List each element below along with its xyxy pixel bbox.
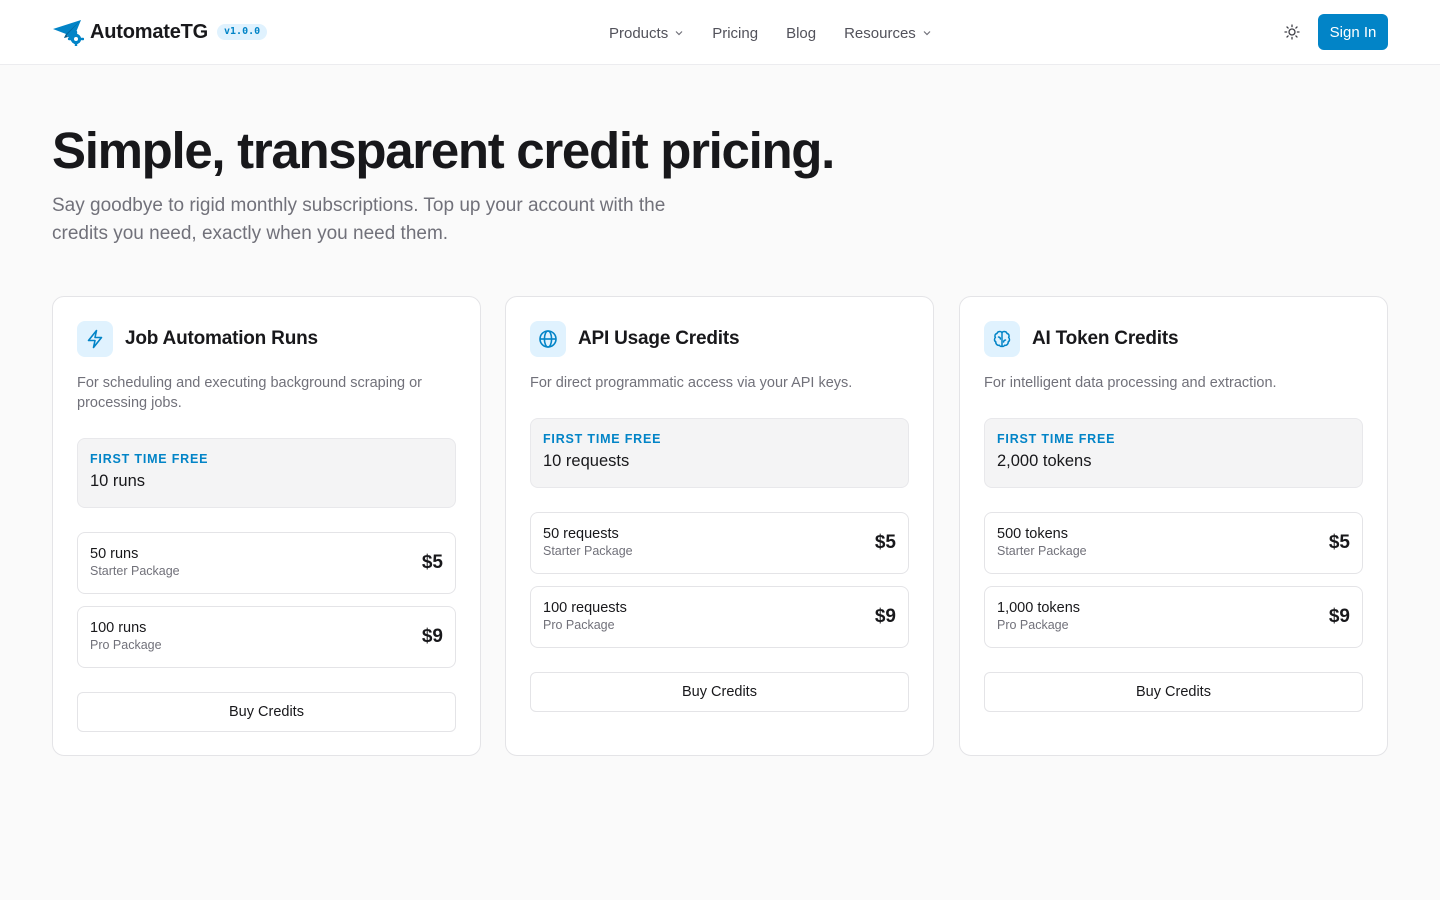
package-name: Starter Package — [543, 544, 633, 558]
card-title: API Usage Credits — [578, 328, 740, 349]
chevron-down-icon — [675, 31, 683, 36]
package-option-starter[interactable]: 500 tokens Starter Package $5 — [984, 512, 1363, 574]
globe-icon — [530, 321, 566, 357]
nav-blog[interactable]: Blog — [786, 25, 816, 42]
package-amount: 100 requests — [543, 600, 627, 616]
pricing-card-ai-tokens: AI Token Credits For intelligent data pr… — [959, 296, 1388, 756]
top-navbar: AutomateTG v1.0.0 Products Pricing Blog … — [0, 0, 1440, 65]
package-option-starter[interactable]: 50 runs Starter Package $5 — [77, 532, 456, 594]
buy-credits-button[interactable]: Buy Credits — [984, 672, 1363, 712]
free-tier-box: FIRST TIME FREE 2,000 tokens — [984, 418, 1363, 488]
card-body: FIRST TIME FREE 2,000 tokens 500 tokens … — [984, 418, 1363, 712]
free-tier-label: FIRST TIME FREE — [90, 452, 209, 466]
chevron-down-icon — [923, 31, 931, 36]
package-name: Pro Package — [543, 618, 615, 632]
brand-link[interactable]: AutomateTG v1.0.0 — [52, 17, 268, 48]
package-amount: 100 runs — [90, 620, 147, 636]
brain-icon — [984, 321, 1020, 357]
free-tier-label: FIRST TIME FREE — [543, 432, 662, 446]
card-body: FIRST TIME FREE 10 runs 50 runs Starter … — [77, 438, 456, 732]
card-title: AI Token Credits — [1032, 328, 1179, 349]
buy-credits-button[interactable]: Buy Credits — [77, 692, 456, 732]
package-price: $9 — [1328, 606, 1350, 627]
nav-pricing-label: Pricing — [712, 24, 759, 42]
card-body: FIRST TIME FREE 10 requests 50 requests … — [530, 418, 909, 712]
card-header: Job Automation Runs — [77, 321, 318, 357]
card-title: Job Automation Runs — [125, 328, 318, 349]
version-badge: v1.0.0 — [217, 24, 268, 40]
package-option-pro[interactable]: 100 requests Pro Package $9 — [530, 586, 909, 648]
card-description: For intelligent data processing and extr… — [984, 375, 1277, 391]
package-name: Pro Package — [90, 638, 162, 652]
free-tier-label: FIRST TIME FREE — [997, 432, 1116, 446]
free-tier-value: 10 requests — [543, 452, 630, 470]
page-subtitle: Say goodbye to rigid monthly subscriptio… — [52, 195, 666, 244]
package-option-pro[interactable]: 1,000 tokens Pro Package $9 — [984, 586, 1363, 648]
package-name: Starter Package — [90, 564, 180, 578]
package-option-pro[interactable]: 100 runs Pro Package $9 — [77, 606, 456, 668]
package-amount: 50 runs — [90, 546, 139, 562]
card-header: AI Token Credits — [984, 321, 1179, 357]
package-price: $9 — [421, 626, 443, 647]
main-nav: Products Pricing Blog Resources — [609, 22, 960, 44]
theme-toggle-button[interactable] — [1281, 21, 1303, 43]
buy-credits-button[interactable]: Buy Credits — [530, 672, 909, 712]
sign-in-button[interactable]: Sign In — [1318, 14, 1388, 50]
package-price: $5 — [421, 552, 443, 573]
package-amount: 50 requests — [543, 526, 619, 542]
package-price: $9 — [874, 606, 896, 627]
paper-plane-gear-logo-icon — [52, 18, 85, 48]
nav-resources-label: Resources — [844, 24, 916, 42]
free-tier-box: FIRST TIME FREE 10 runs — [77, 438, 456, 508]
package-name: Starter Package — [997, 544, 1087, 558]
card-header: API Usage Credits — [530, 321, 740, 357]
nav-blog-label: Blog — [786, 24, 817, 42]
lightning-icon — [77, 321, 113, 357]
package-price: $5 — [874, 532, 896, 553]
free-tier-box: FIRST TIME FREE 10 requests — [530, 418, 909, 488]
pricing-card-job-automation: Job Automation Runs For scheduling and e… — [52, 296, 481, 756]
package-amount: 1,000 tokens — [997, 600, 1081, 616]
pricing-card-api-usage: API Usage Credits For direct programmati… — [505, 296, 934, 756]
nav-products-label: Products — [609, 24, 669, 42]
page-title: Simple, transparent credit pricing. — [52, 122, 835, 179]
free-tier-value: 10 runs — [90, 472, 146, 490]
package-price: $5 — [1328, 532, 1350, 553]
nav-resources[interactable]: Resources — [844, 25, 932, 42]
brand-name: AutomateTG — [90, 20, 209, 43]
package-name: Pro Package — [997, 618, 1069, 632]
package-amount: 500 tokens — [997, 526, 1068, 542]
nav-pricing[interactable]: Pricing — [712, 25, 758, 42]
free-tier-value: 2,000 tokens — [997, 452, 1092, 470]
card-description: For scheduling and executing background … — [77, 375, 422, 411]
package-option-starter[interactable]: 50 requests Starter Package $5 — [530, 512, 909, 574]
card-description: For direct programmatic access via your … — [530, 375, 853, 391]
sun-icon — [1284, 24, 1300, 40]
nav-products[interactable]: Products — [609, 25, 684, 42]
